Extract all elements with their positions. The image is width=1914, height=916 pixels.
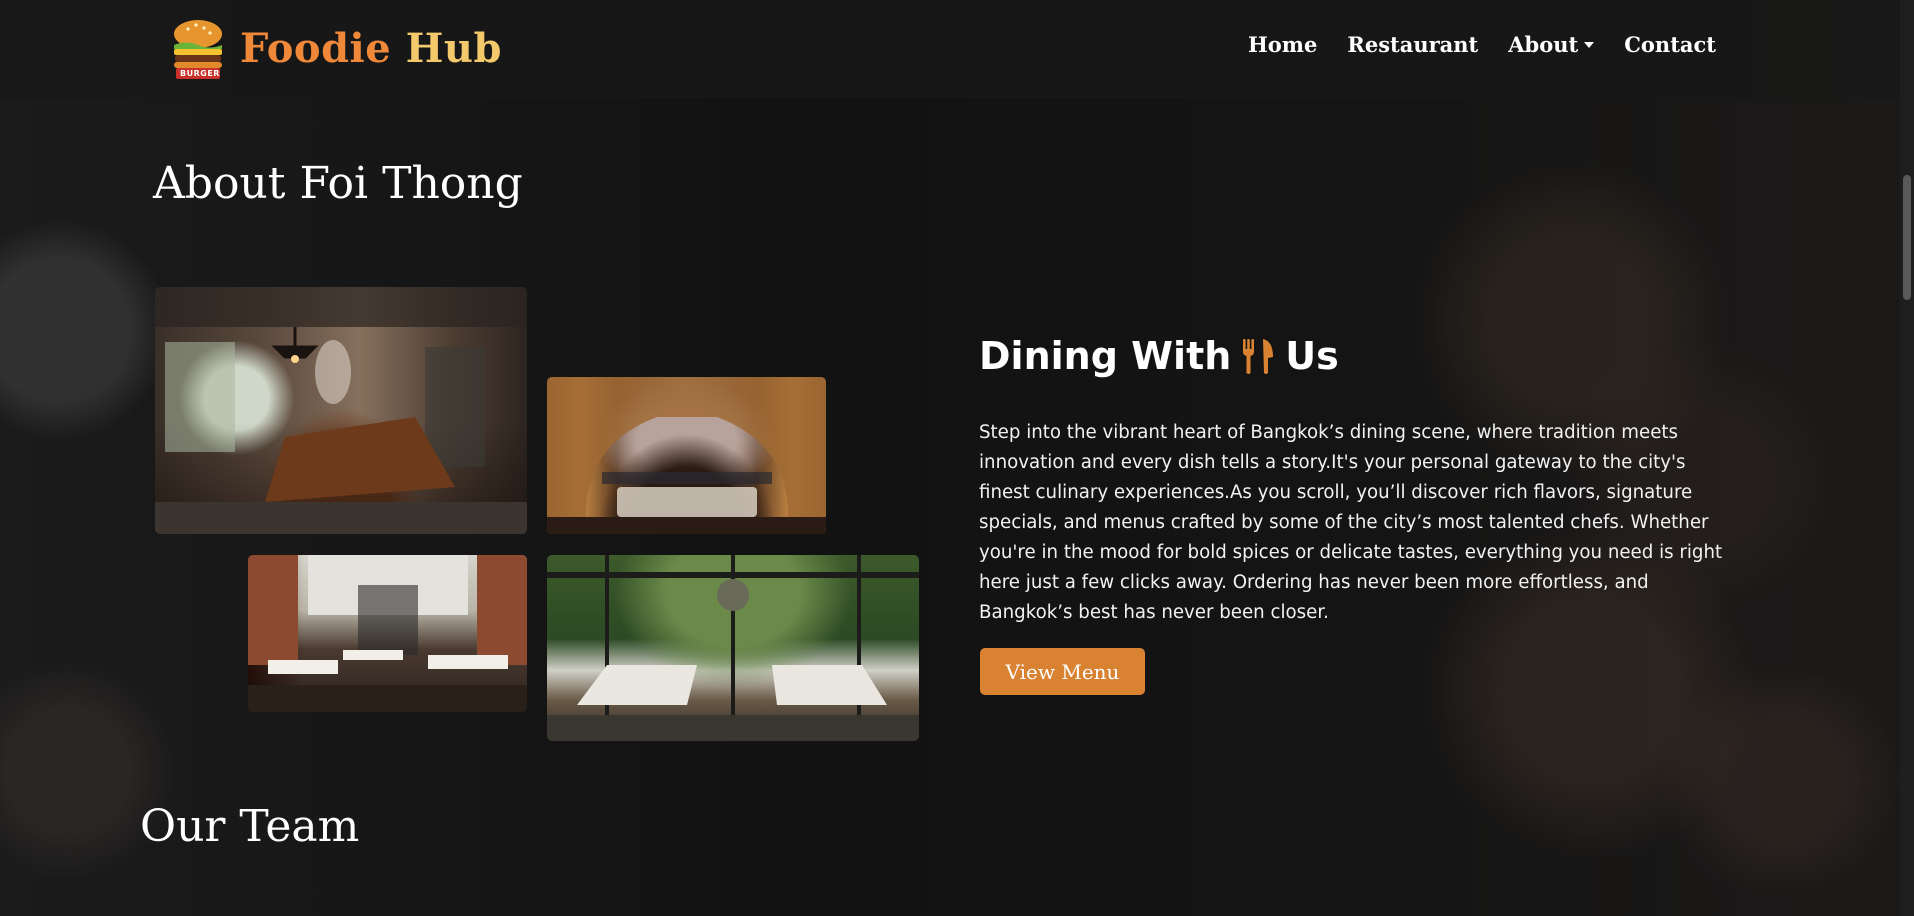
restaurant-photo-rooftop-terrace bbox=[547, 377, 826, 534]
burger-logo-icon: BURGER bbox=[166, 16, 230, 80]
page: BURGER Foodie Hub Home Restaurant About … bbox=[0, 0, 1914, 916]
nav-contact-label: Contact bbox=[1624, 32, 1716, 57]
dining-title-before: Dining With bbox=[979, 334, 1232, 378]
team-title: Our Team bbox=[140, 801, 360, 852]
page-scrollbar[interactable] bbox=[1900, 0, 1914, 916]
restaurant-photo-dining-room bbox=[155, 287, 527, 534]
main-nav: Home Restaurant About Contact bbox=[1248, 32, 1716, 57]
dining-title: Dining With Us bbox=[979, 334, 1339, 378]
brand-name-word1: Foodie bbox=[240, 24, 392, 72]
restaurant-photo-brick-dining-room bbox=[248, 555, 527, 712]
scrollbar-thumb[interactable] bbox=[1903, 175, 1911, 300]
brand[interactable]: BURGER Foodie Hub bbox=[166, 16, 502, 80]
view-menu-button[interactable]: View Menu bbox=[980, 648, 1145, 695]
dining-title-after: Us bbox=[1285, 334, 1339, 378]
about-title: About Foi Thong bbox=[153, 158, 523, 209]
utensils-icon bbox=[1241, 337, 1275, 375]
nav-home-label: Home bbox=[1247, 32, 1318, 57]
nav-home-link[interactable]: Home bbox=[1248, 32, 1317, 57]
navbar: BURGER Foodie Hub Home Restaurant About … bbox=[0, 0, 1900, 98]
dining-description: Step into the vibrant heart of Bangkok’s… bbox=[979, 422, 1723, 623]
restaurant-photo-garden-pavilion bbox=[547, 555, 919, 741]
logo-badge-text: BURGER bbox=[180, 69, 220, 78]
brand-name: Foodie Hub bbox=[240, 25, 502, 72]
nav-restaurant-label: Restaurant bbox=[1347, 32, 1479, 57]
nav-about-dropdown[interactable]: About bbox=[1508, 32, 1595, 57]
nav-contact-link[interactable]: Contact bbox=[1624, 32, 1716, 57]
nav-about-label: About bbox=[1508, 32, 1579, 57]
nav-restaurant-link[interactable]: Restaurant bbox=[1347, 32, 1478, 57]
brand-name-word2: Hub bbox=[405, 24, 502, 72]
caret-down-icon bbox=[1584, 41, 1595, 48]
